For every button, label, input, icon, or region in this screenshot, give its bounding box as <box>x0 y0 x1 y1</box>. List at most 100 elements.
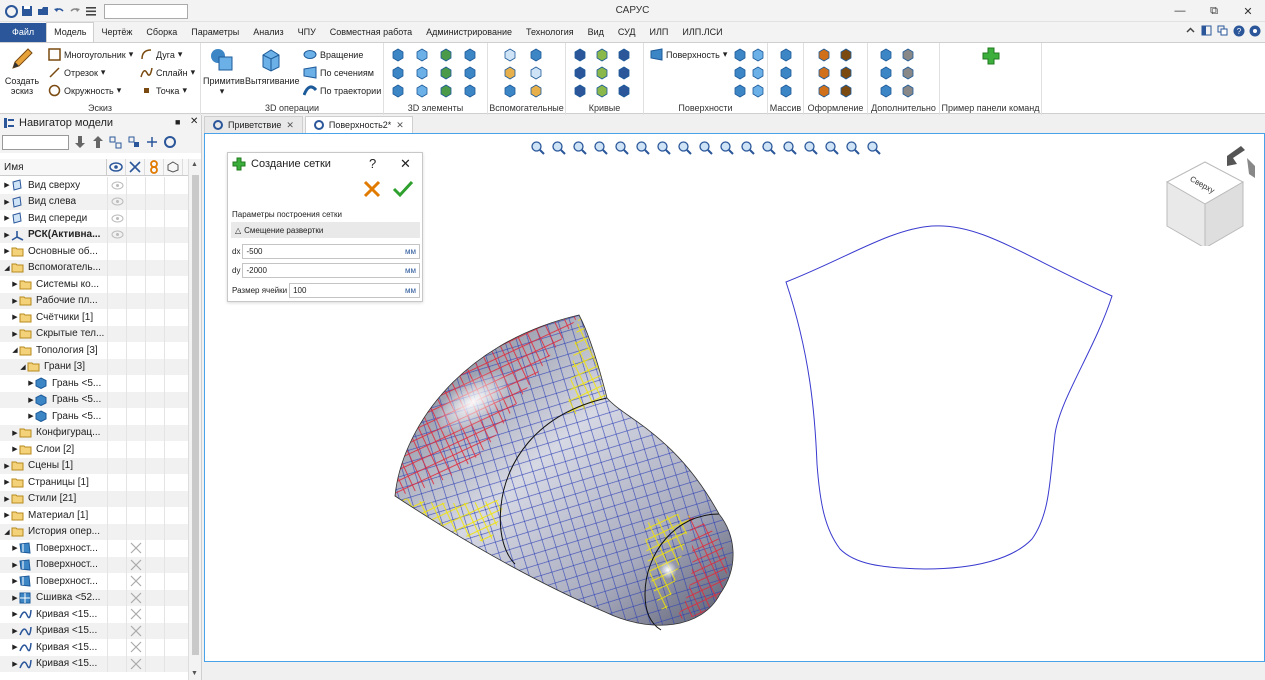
body-cell[interactable] <box>164 408 183 425</box>
revolve-button[interactable]: Вращение <box>303 48 363 61</box>
body-cell[interactable] <box>164 375 183 392</box>
polygon-button[interactable]: Многоугольник ▾ <box>48 48 133 61</box>
body-cell[interactable] <box>164 342 183 359</box>
surface-button[interactable]: Поверхность ▾ <box>650 48 727 61</box>
check-mark-icon[interactable] <box>838 47 854 63</box>
offset-icon[interactable] <box>462 83 478 99</box>
frame-icon[interactable] <box>528 83 544 99</box>
suppress-cell[interactable] <box>126 292 145 309</box>
body-cell[interactable] <box>164 457 183 474</box>
suppress-cell[interactable] <box>126 457 145 474</box>
layer-cell[interactable] <box>145 639 164 656</box>
tree-row[interactable]: ▶ Сшивка <52... <box>0 589 188 606</box>
surface-trim-icon[interactable] <box>732 65 748 81</box>
intersect-icon[interactable] <box>572 83 588 99</box>
expand-arrow-icon[interactable]: ▶ <box>11 660 19 668</box>
suppress-cell[interactable] <box>126 507 145 524</box>
tab-technology[interactable]: Технология <box>519 23 581 42</box>
expand-arrow-icon[interactable]: ▶ <box>3 247 11 255</box>
suppress-cell[interactable] <box>126 325 145 342</box>
layer-cell[interactable] <box>145 226 164 243</box>
arrow-up-icon[interactable] <box>91 135 105 149</box>
doc-tab-surface2[interactable]: Поверхность2* ✕ <box>304 116 413 133</box>
layer-cell[interactable] <box>145 309 164 326</box>
suppress-x-icon[interactable] <box>126 540 145 557</box>
layer-cell[interactable] <box>145 507 164 524</box>
csys-icon[interactable] <box>502 65 518 81</box>
body-cell[interactable] <box>164 490 183 507</box>
visibility-eye-icon[interactable] <box>107 226 126 243</box>
collapse-arrow-icon[interactable]: ◢ <box>11 346 19 354</box>
close-tab-icon[interactable]: ✕ <box>396 120 404 131</box>
body-cell[interactable] <box>164 391 183 408</box>
expand-arrow-icon[interactable]: ▶ <box>11 544 19 552</box>
pin-icon[interactable]: ■ <box>175 117 180 127</box>
arrow-down-icon[interactable] <box>73 135 87 149</box>
surface-fill-icon[interactable] <box>732 83 748 99</box>
body-cell[interactable] <box>164 622 183 639</box>
help-button[interactable]: ? <box>369 156 376 171</box>
tab-collaboration[interactable]: Совместная работа <box>323 23 419 42</box>
suppress-cell[interactable] <box>126 474 145 491</box>
windows-icon[interactable] <box>1216 24 1229 37</box>
expand-arrow-icon[interactable]: ▶ <box>3 478 11 486</box>
tab-assembly[interactable]: Сборка <box>139 23 184 42</box>
suppress-cell[interactable] <box>126 276 145 293</box>
tab-drawing[interactable]: Чертёж <box>94 23 139 42</box>
expand-arrow-icon[interactable]: ▶ <box>11 627 19 635</box>
body-cell[interactable] <box>164 309 183 326</box>
tab-sud[interactable]: СУД <box>611 23 643 42</box>
tab-view[interactable]: Вид <box>581 23 611 42</box>
minimize-button[interactable]: — <box>1163 0 1197 22</box>
fillet-icon[interactable] <box>390 47 406 63</box>
suppress-x-icon[interactable] <box>126 655 145 672</box>
visibility-cell[interactable] <box>107 523 126 540</box>
body-cell[interactable] <box>164 441 183 458</box>
close-panel-button[interactable]: ✕ <box>400 156 411 172</box>
collapse-arrow-icon[interactable]: ◢ <box>3 528 11 536</box>
view-cube[interactable]: Сверху <box>1157 144 1263 249</box>
navigator-scrollbar[interactable]: ▲ ▼ <box>188 159 201 680</box>
body-cell[interactable] <box>164 276 183 293</box>
tree-row[interactable]: ▶ Счётчики [1] <box>0 309 188 326</box>
layer-cell[interactable] <box>145 243 164 260</box>
visibility-cell[interactable] <box>107 556 126 573</box>
expand-arrow-icon[interactable]: ▶ <box>11 561 19 569</box>
surface-knit-icon[interactable] <box>750 65 766 81</box>
suppress-cell[interactable] <box>126 391 145 408</box>
tab-file[interactable]: Файл <box>0 23 47 42</box>
spline-button[interactable]: Сплайн ▾ <box>140 66 195 79</box>
tree-row[interactable]: ▶ РСК(Активна... <box>0 226 188 243</box>
expand-arrow-icon[interactable]: ▶ <box>11 280 19 288</box>
extrude-button[interactable]: Вытягивание <box>245 46 299 86</box>
layer-cell[interactable] <box>145 408 164 425</box>
array-circular-icon[interactable] <box>778 65 794 81</box>
layer-cell[interactable] <box>145 358 164 375</box>
sweep-button[interactable]: По траектории <box>303 84 381 97</box>
dimension-icon[interactable] <box>816 65 832 81</box>
suppress-cell[interactable] <box>126 441 145 458</box>
suppress-x-icon[interactable] <box>126 622 145 639</box>
suppress-x-icon[interactable] <box>126 573 145 590</box>
body-cell[interactable] <box>164 556 183 573</box>
tree-row[interactable]: ◢ Топология [3] <box>0 342 188 359</box>
tree-settings-icon[interactable] <box>163 135 177 149</box>
layer-cell[interactable] <box>145 474 164 491</box>
tree-row[interactable]: ▶ Вид спереди <box>0 210 188 227</box>
close-window-button[interactable]: ✕ <box>1231 0 1265 22</box>
suppress-x-icon[interactable] <box>126 589 145 606</box>
tree-row[interactable]: ▶ Конфигурац... <box>0 424 188 441</box>
tree-row[interactable]: ▶ Стили [21] <box>0 490 188 507</box>
settings-gear-icon[interactable] <box>1248 24 1261 37</box>
body-cell[interactable] <box>164 210 183 227</box>
layer-cell[interactable] <box>145 622 164 639</box>
chamfer-icon[interactable] <box>414 47 430 63</box>
layer-cell[interactable] <box>145 589 164 606</box>
body-cell[interactable] <box>164 193 183 210</box>
body-cell[interactable] <box>164 424 183 441</box>
thicken-icon[interactable] <box>390 83 406 99</box>
column-name[interactable]: Имя <box>0 159 107 175</box>
collapse-arrow-icon[interactable]: ◢ <box>19 363 27 371</box>
dy-input[interactable]: -2000 мм <box>242 262 420 278</box>
layer-cell[interactable] <box>145 490 164 507</box>
